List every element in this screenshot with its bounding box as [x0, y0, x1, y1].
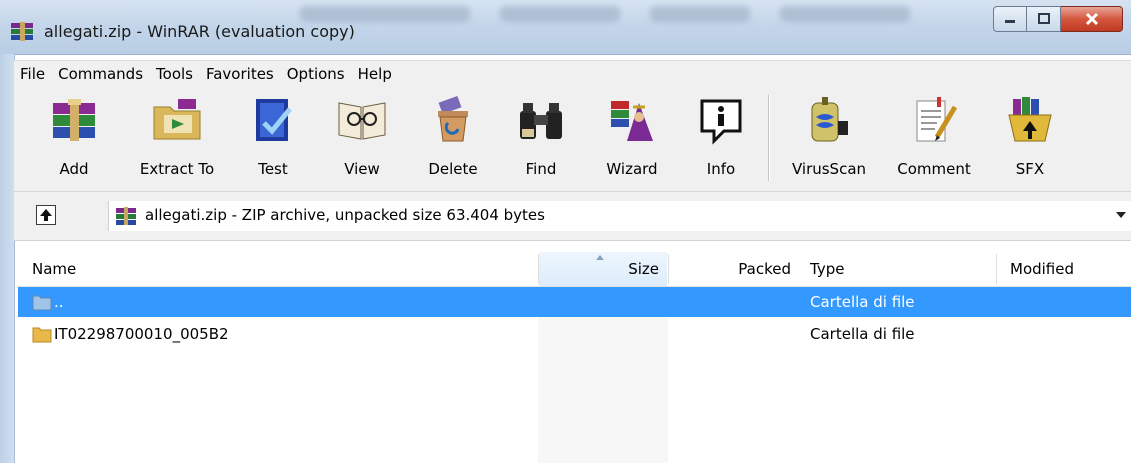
add-button[interactable]: Add [36, 93, 112, 185]
column-type[interactable]: Type [810, 252, 990, 286]
menu-favorites[interactable]: Favorites [200, 61, 281, 87]
sfx-button[interactable]: SFX [998, 93, 1062, 185]
row-name: .. [54, 293, 64, 311]
virusscan-button[interactable]: VirusScan [784, 93, 874, 185]
delete-label: Delete [428, 160, 478, 178]
sort-ascending-icon [596, 255, 604, 260]
column-modified[interactable]: Modified [1010, 252, 1128, 286]
info-icon [700, 99, 742, 145]
view-button[interactable]: View [326, 93, 398, 185]
address-text: allegati.zip - ZIP archive, unpacked siz… [145, 206, 545, 224]
maximize-icon [1037, 13, 1050, 24]
toolbar: Add Extract To Test View Delete Find Wiz… [14, 87, 1131, 192]
test-button[interactable]: Test [240, 93, 306, 185]
file-list[interactable]: .. Cartella di file IT02298700010_005B2 … [18, 287, 1131, 463]
up-folder-button[interactable] [36, 205, 56, 225]
menu-tools[interactable]: Tools [150, 61, 200, 87]
file-list-header: Name Size Packed Type Modified [18, 252, 1131, 287]
comment-label: Comment [897, 160, 971, 178]
background-blur [650, 6, 750, 22]
window-title: allegati.zip - WinRAR (evaluation copy) [44, 22, 355, 41]
info-button[interactable]: Info [692, 93, 750, 185]
menu-options[interactable]: Options [281, 61, 352, 87]
row-type: Cartella di file [810, 325, 915, 343]
column-name[interactable]: Name [32, 252, 532, 286]
delete-button[interactable]: Delete [418, 93, 488, 185]
wizard-label: Wizard [606, 160, 658, 178]
menu-help[interactable]: Help [352, 61, 399, 87]
title-bar[interactable]: allegati.zip - WinRAR (evaluation copy) [0, 0, 1131, 55]
comment-button[interactable]: Comment [888, 93, 980, 185]
winrar-app-icon [11, 22, 33, 41]
folder-icon [32, 327, 52, 343]
virusscan-label: VirusScan [791, 160, 867, 178]
archive-icon [116, 207, 136, 225]
background-blur [500, 6, 620, 22]
find-label: Find [525, 160, 557, 178]
address-dropdown-icon[interactable] [1116, 212, 1126, 218]
virusscan-icon [811, 97, 848, 142]
test-icon [256, 99, 292, 141]
maximize-button[interactable] [1027, 6, 1061, 32]
extract-to-button[interactable]: Extract To [130, 93, 224, 185]
add-label: Add [59, 160, 89, 178]
address-bar: allegati.zip - ZIP archive, unpacked siz… [14, 192, 1131, 241]
extract-to-label: Extract To [139, 160, 215, 178]
menu-bar: File Commands Tools Favorites Options He… [14, 60, 1131, 88]
wizard-button[interactable]: Wizard [592, 93, 672, 185]
view-icon [338, 102, 386, 140]
view-label: View [344, 160, 380, 178]
minimize-button[interactable] [993, 6, 1027, 32]
column-divider[interactable] [996, 254, 997, 284]
minimize-icon [1005, 20, 1015, 23]
menu-commands[interactable]: Commands [52, 61, 150, 87]
comment-icon [916, 97, 958, 142]
extract-to-icon [153, 99, 201, 140]
find-button[interactable]: Find [508, 93, 574, 185]
wizard-icon [611, 101, 653, 141]
column-size[interactable]: Size [539, 252, 667, 286]
sfx-icon [1008, 97, 1052, 142]
window-controls [993, 6, 1123, 34]
column-packed[interactable]: Packed [669, 252, 795, 286]
add-archive-icon [53, 99, 95, 141]
info-label: Info [706, 160, 736, 178]
find-binoculars-icon [520, 103, 562, 139]
background-blur [780, 6, 910, 22]
list-row-folder[interactable]: IT02298700010_005B2 Cartella di file [18, 319, 1131, 349]
test-label: Test [258, 160, 288, 178]
column-size-label: Size [628, 260, 659, 278]
up-arrow-icon [40, 209, 52, 221]
row-type: Cartella di file [810, 293, 915, 311]
parent-folder-icon [32, 295, 52, 311]
toolbar-separator [768, 95, 770, 181]
list-row-parent-folder[interactable]: .. Cartella di file [18, 287, 1131, 317]
address-field[interactable]: allegati.zip - ZIP archive, unpacked siz… [108, 201, 1131, 231]
close-button[interactable] [1061, 6, 1123, 32]
desktop-background-edge [0, 54, 15, 463]
delete-icon [438, 95, 468, 142]
row-name: IT02298700010_005B2 [54, 325, 229, 343]
close-icon [1085, 12, 1098, 26]
sfx-label: SFX [1015, 160, 1045, 178]
menu-file[interactable]: File [14, 61, 52, 87]
